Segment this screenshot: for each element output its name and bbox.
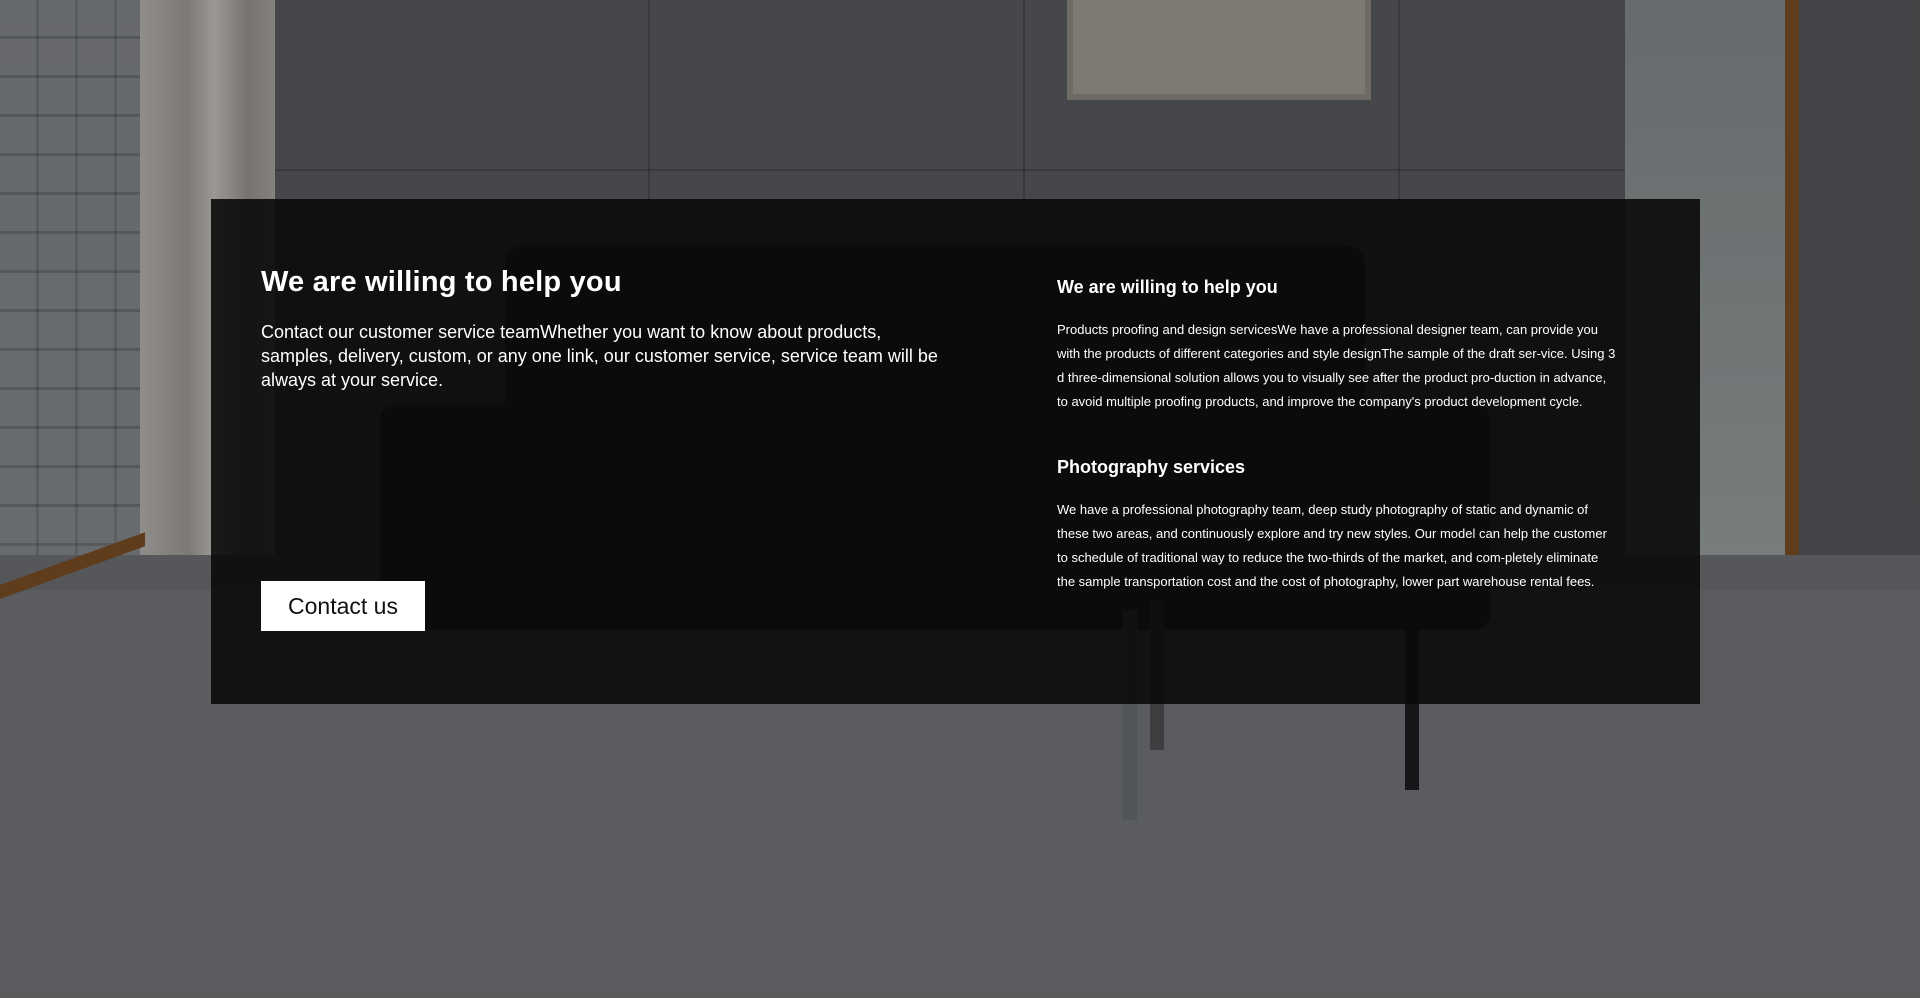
service-item-design: We are willing to help you Products proo… [1057, 276, 1617, 414]
service-description: We have a professional photography team,… [1057, 502, 1607, 589]
service-item-photography: Photography services We have a professio… [1057, 456, 1617, 594]
service-description: Products proofing and design servicesWe … [1057, 322, 1616, 409]
contact-us-button[interactable]: Contact us [261, 581, 425, 631]
services-list: We are willing to help you Products proo… [1057, 276, 1617, 594]
service-title: We are willing to help you [1057, 277, 1278, 297]
service-title: Photography services [1057, 457, 1246, 477]
intro-description: Contact our customer service teamWhether… [261, 322, 938, 390]
help-intro: We are willing to help you Contact our c… [261, 264, 951, 392]
page-title: We are willing to help you [261, 266, 622, 298]
help-panel: We are willing to help you Contact our c… [211, 199, 1700, 704]
